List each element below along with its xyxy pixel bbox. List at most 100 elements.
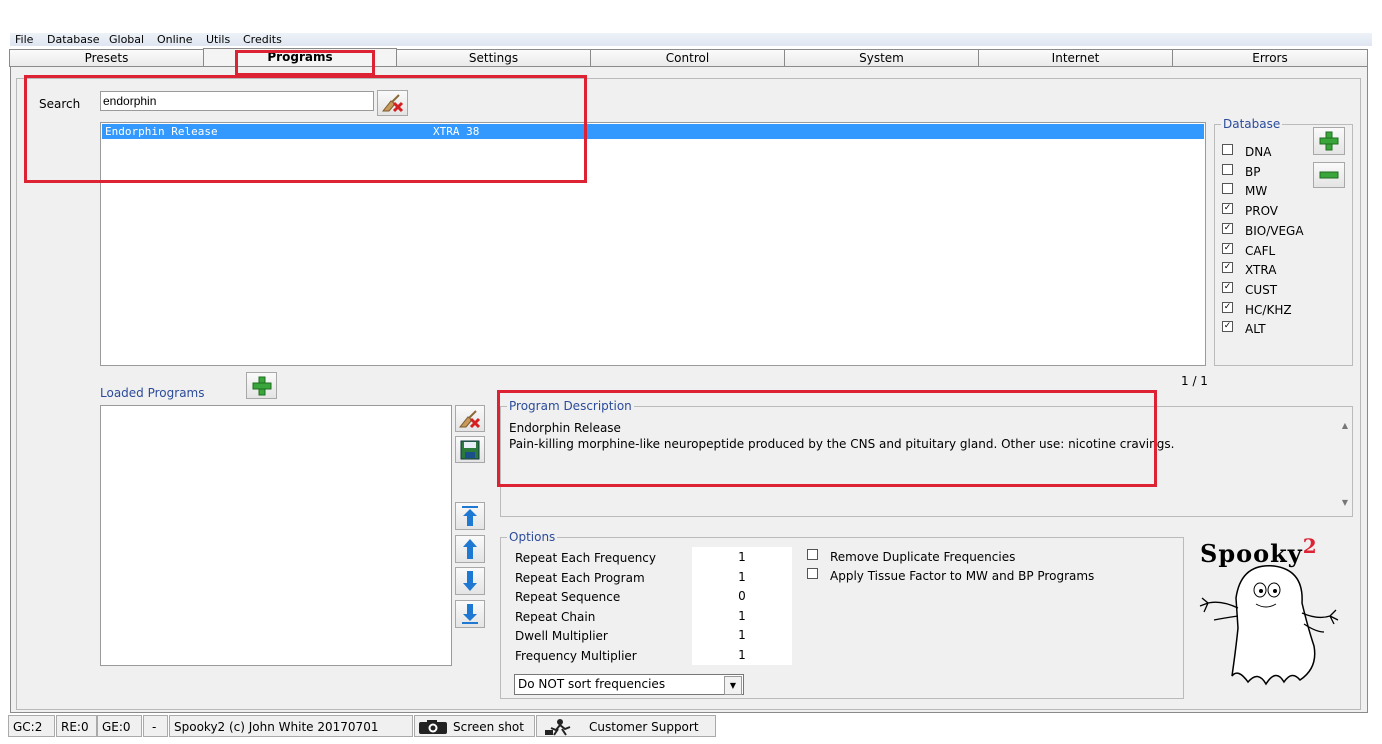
menu-utils[interactable]: Utils <box>206 33 230 46</box>
screenshot-button[interactable]: Screen shot <box>414 715 535 737</box>
options-group-title: Options <box>507 530 558 544</box>
menu-credits[interactable]: Credits <box>243 33 282 46</box>
clear-loaded-button[interactable] <box>455 405 485 432</box>
option-checkbox[interactable] <box>807 568 818 579</box>
move-to-bottom-button[interactable] <box>455 600 485 628</box>
option-checkbox-label: Apply Tissue Factor to MW and BP Program… <box>830 569 1095 583</box>
database-checkbox[interactable]: ✓ <box>1222 321 1233 333</box>
menu-file[interactable]: File <box>15 33 33 46</box>
option-label: Repeat Sequence <box>515 590 621 605</box>
database-item-label: MW <box>1245 184 1268 199</box>
database-item-label: XTRA <box>1245 263 1277 278</box>
sort-frequencies-select[interactable]: Do NOT sort frequencies ▼ <box>514 674 744 695</box>
arrow-down-icon <box>463 571 477 591</box>
support-person-icon <box>545 719 571 736</box>
arrow-up-top-icon <box>462 506 478 526</box>
database-item-label: BP <box>1245 164 1261 179</box>
database-item-label: DNA <box>1245 145 1272 159</box>
program-description-title: Program Description <box>507 399 634 413</box>
arrow-up-icon <box>463 539 477 559</box>
dropdown-arrow-icon[interactable]: ▼ <box>724 676 742 695</box>
result-database: XTRA 38 <box>433 125 480 138</box>
option-label: Frequency Multiplier <box>515 649 637 663</box>
option-value-field[interactable]: 0 <box>692 586 792 607</box>
program-results-list[interactable]: Endorphin Release XTRA 38 <box>100 122 1206 366</box>
save-disk-icon <box>460 440 480 459</box>
search-label: Search <box>39 97 81 111</box>
database-item-label: BIO/VEGA <box>1245 223 1304 238</box>
move-up-button[interactable] <box>455 535 485 563</box>
status-re: RE:0 <box>56 715 97 737</box>
tab-internet[interactable]: Internet <box>978 49 1173 67</box>
option-label: Dwell Multiplier <box>515 629 608 644</box>
description-program-name: Endorphin Release <box>509 421 621 435</box>
broom-clear-icon <box>458 409 481 428</box>
status-dash: - <box>143 715 168 737</box>
option-label: Repeat Each Program <box>515 570 645 585</box>
move-down-button[interactable] <box>455 567 485 595</box>
database-checkbox[interactable]: ✓ <box>1222 262 1233 274</box>
add-program-button[interactable] <box>246 372 277 399</box>
search-input[interactable] <box>100 91 374 111</box>
database-checkbox[interactable] <box>1222 183 1233 195</box>
menu-database[interactable]: Database <box>47 33 100 46</box>
broom-clear-icon <box>381 94 403 113</box>
minus-icon <box>1319 171 1339 179</box>
database-group-title: Database <box>1221 117 1283 131</box>
camera-icon <box>419 720 447 734</box>
tab-errors[interactable]: Errors <box>1172 49 1368 67</box>
option-value-field[interactable]: 1 <box>692 625 792 646</box>
description-text: Pain-killing morphine-like neuropeptide … <box>509 437 1175 451</box>
tab-settings[interactable]: Settings <box>396 49 591 67</box>
loaded-programs-list[interactable] <box>100 405 452 666</box>
menu-online[interactable]: Online <box>157 33 192 46</box>
move-to-top-button[interactable] <box>455 502 485 530</box>
tab-presets[interactable]: Presets <box>9 49 204 67</box>
remove-database-button[interactable] <box>1313 162 1345 188</box>
database-checkbox[interactable]: ✓ <box>1222 242 1233 254</box>
result-row-selected[interactable]: Endorphin Release XTRA 38 <box>102 124 1204 139</box>
tab-system[interactable]: System <box>784 49 979 67</box>
customer-support-button[interactable]: Customer Support <box>536 715 716 737</box>
page-count: 1 / 1 <box>1181 374 1208 388</box>
tab-control[interactable]: Control <box>590 49 785 67</box>
scroll-up-icon[interactable]: ▲ <box>1342 421 1348 430</box>
database-checkbox[interactable] <box>1222 144 1233 155</box>
database-checkbox[interactable]: ✓ <box>1222 222 1233 234</box>
option-checkbox[interactable] <box>807 549 818 560</box>
add-database-button[interactable] <box>1313 127 1345 155</box>
program-description-group: Program Description Endorphin Release Pa… <box>500 399 1353 517</box>
loaded-programs-label: Loaded Programs <box>100 386 205 400</box>
arrow-down-bottom-icon <box>462 604 478 624</box>
database-item-label: HC/KHZ <box>1245 302 1292 317</box>
clear-search-button[interactable] <box>377 90 408 116</box>
database-checkbox[interactable]: ✓ <box>1222 301 1233 313</box>
customer-support-label: Customer Support <box>589 720 699 734</box>
spooky2-logo: Spooky2 <box>1196 530 1346 690</box>
sort-selected-value: Do NOT sort frequencies <box>518 677 666 691</box>
status-gc: GC:2 <box>8 715 55 737</box>
option-value-field[interactable]: 1 <box>692 566 792 587</box>
database-item-label: CAFL <box>1245 243 1276 258</box>
database-checkbox[interactable]: ✓ <box>1222 281 1233 293</box>
option-value-field[interactable]: 1 <box>692 645 792 665</box>
save-preset-button[interactable] <box>455 436 485 463</box>
menu-global[interactable]: Global <box>109 33 144 46</box>
option-value-field[interactable]: 1 <box>692 547 792 567</box>
database-checkbox[interactable] <box>1222 163 1233 175</box>
scroll-down-icon[interactable]: ▼ <box>1342 498 1348 507</box>
ghost-icon <box>1199 565 1339 686</box>
menu-bar: File Database Global Online Utils Credit… <box>10 33 1372 46</box>
option-label: Repeat Each Frequency <box>515 551 656 565</box>
status-copyright: Spooky2 (c) John White 20170701 <box>169 715 413 737</box>
database-group: Database DNA BP MW ✓ PROV ✓ BIO/VEGA ✓ CAFL ✓ XTRA… <box>1214 117 1353 366</box>
option-checkbox-label: Remove Duplicate Frequencies <box>830 550 1016 564</box>
screenshot-label: Screen shot <box>453 720 524 734</box>
status-ge: GE:0 <box>97 715 142 737</box>
plus-icon <box>252 376 271 395</box>
tab-programs[interactable]: Programs <box>203 48 397 68</box>
option-value-field[interactable]: 1 <box>692 605 792 626</box>
plus-icon <box>1319 131 1339 151</box>
database-checkbox[interactable]: ✓ <box>1222 203 1233 215</box>
result-name: Endorphin Release <box>105 125 218 138</box>
